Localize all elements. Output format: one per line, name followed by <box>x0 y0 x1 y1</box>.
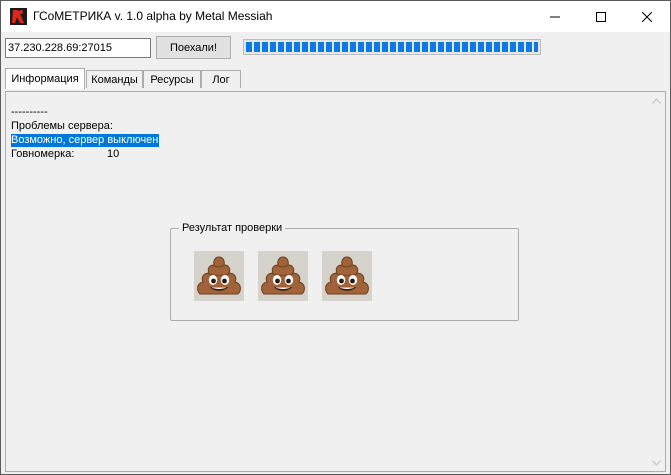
close-button[interactable] <box>624 1 670 32</box>
tab-label: Ресурсы <box>150 73 194 86</box>
close-icon <box>642 11 652 22</box>
vertical-scrollbar[interactable] <box>648 92 665 471</box>
scroll-up-button[interactable] <box>648 92 665 109</box>
tab-resources[interactable]: Ресурсы <box>143 70 201 88</box>
app-icon <box>10 8 27 25</box>
tab-info[interactable]: Информация <box>5 68 85 89</box>
maximize-icon <box>596 11 606 22</box>
chevron-up-icon <box>652 97 661 104</box>
info-panel: ---------- Проблемы сервера: Возможно, с… <box>5 91 666 472</box>
separator-line: ---------- <box>11 106 48 118</box>
app-window: ГСоМЕТРИКА v. 1.0 alpha by Metal Messiah… <box>0 0 671 475</box>
minimize-button[interactable] <box>532 1 578 32</box>
problem-text[interactable]: Возможно, сервер выключен <box>11 134 160 147</box>
problems-label: Проблемы сервера: <box>11 120 113 132</box>
go-button[interactable]: Поехали! <box>156 36 231 59</box>
maximize-button[interactable] <box>578 1 624 32</box>
minimize-icon <box>550 16 560 17</box>
pile-of-poo-icon <box>194 251 244 301</box>
scroll-down-button[interactable] <box>648 454 665 471</box>
score-value: 10 <box>107 148 120 160</box>
tab-label: Команды <box>91 73 138 86</box>
score-row: Говномерка: 10 <box>11 148 119 161</box>
progress-fill <box>246 42 538 52</box>
tab-commands[interactable]: Команды <box>86 70 143 88</box>
server-address-input[interactable] <box>5 38 151 58</box>
pile-of-poo-icon <box>258 251 308 301</box>
result-legend: Результат проверки <box>179 222 286 234</box>
score-label: Говномерка: <box>11 148 75 160</box>
pile-of-poo-icon <box>322 251 372 301</box>
tab-log[interactable]: Лог <box>201 70 241 88</box>
window-title: ГСоМЕТРИКА v. 1.0 alpha by Metal Messiah <box>33 9 273 23</box>
title-bar[interactable]: ГСоМЕТРИКА v. 1.0 alpha by Metal Messiah <box>1 1 670 32</box>
chevron-down-icon <box>652 459 661 466</box>
tab-label: Информация <box>11 73 79 85</box>
progress-bar <box>243 39 541 55</box>
go-button-label: Поехали! <box>169 41 217 54</box>
tab-label: Лог <box>212 73 230 86</box>
result-groupbox: Результат проверки <box>170 222 519 321</box>
